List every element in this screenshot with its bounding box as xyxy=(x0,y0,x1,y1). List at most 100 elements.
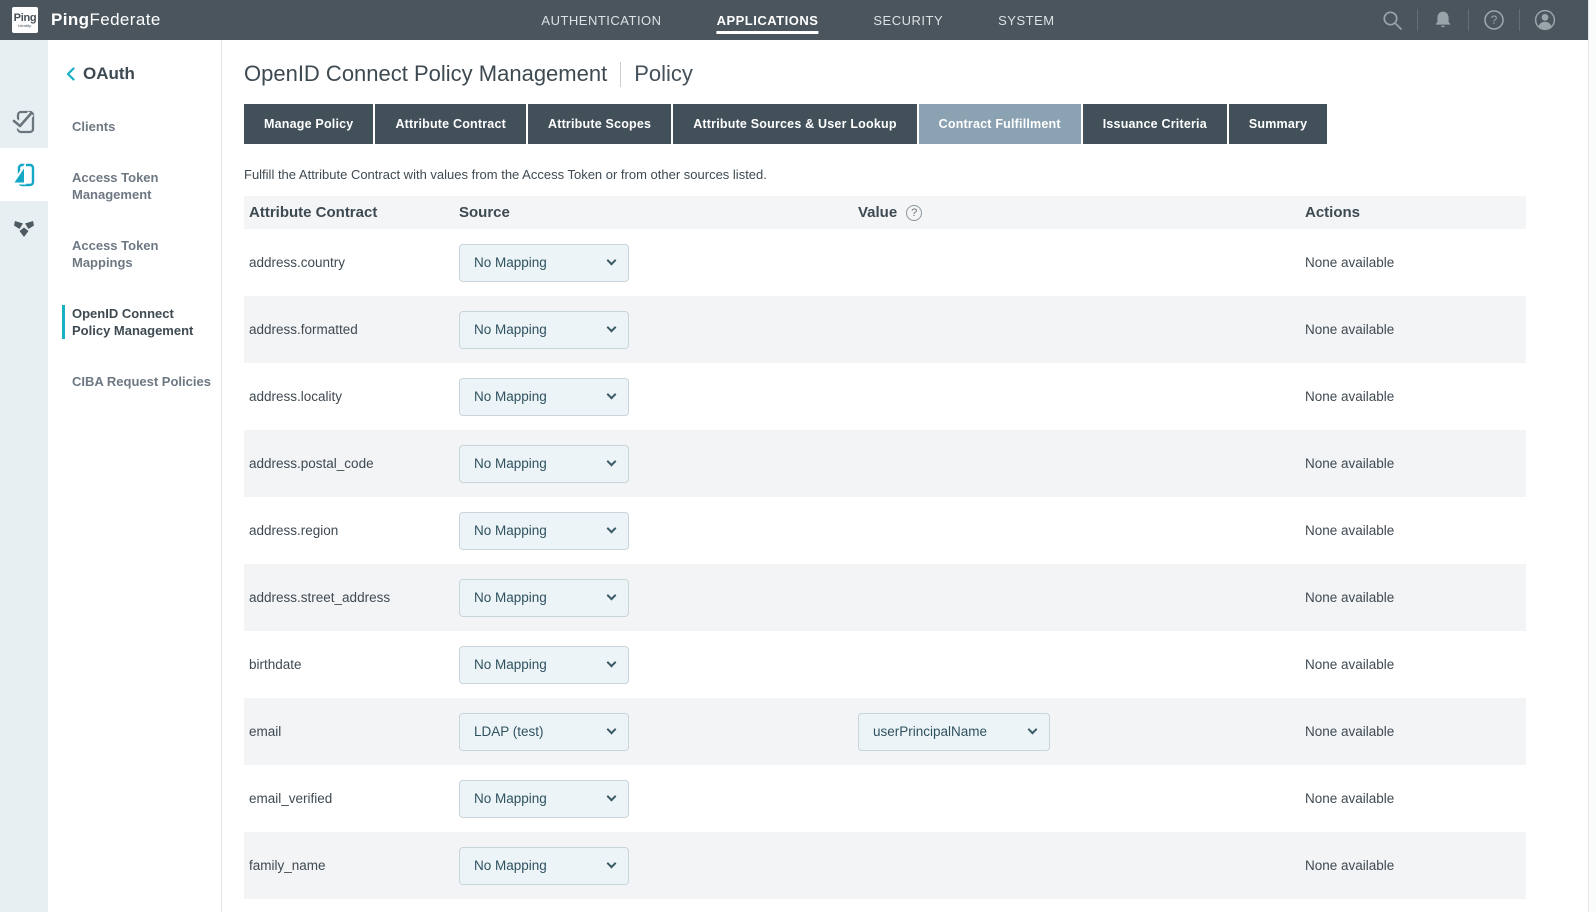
notifications-icon[interactable] xyxy=(1418,10,1468,30)
chevron-down-icon xyxy=(607,725,617,735)
tab-issuance-criteria[interactable]: Issuance Criteria xyxy=(1083,104,1227,144)
logo-subtext: Identity. xyxy=(18,23,32,28)
top-nav-applications[interactable]: APPLICATIONS xyxy=(717,13,819,34)
sidebar-back-oauth[interactable]: OAuth xyxy=(58,64,211,84)
shield-fragments-icon[interactable] xyxy=(0,201,48,254)
tab-manage-policy[interactable]: Manage Policy xyxy=(244,104,373,144)
tab-bar: Manage PolicyAttribute ContractAttribute… xyxy=(244,104,1588,144)
column-header-value: Value ? xyxy=(858,204,1305,221)
chevron-down-icon xyxy=(607,457,617,467)
top-nav-system[interactable]: SYSTEM xyxy=(998,13,1054,34)
attribute-name: address.formatted xyxy=(249,322,358,337)
chevron-down-icon xyxy=(607,390,617,400)
value-help-icon[interactable]: ? xyxy=(906,205,922,221)
source-select[interactable]: No Mapping xyxy=(459,378,629,416)
source-select[interactable]: LDAP (test) xyxy=(459,713,629,751)
page-subtitle: Policy xyxy=(634,61,693,87)
source-select[interactable]: No Mapping xyxy=(459,579,629,617)
title-divider xyxy=(620,62,621,87)
actions-text: None available xyxy=(1305,523,1394,538)
top-nav-authentication[interactable]: AUTHENTICATION xyxy=(541,13,661,34)
table-row-address-formatted: address.formatted No Mapping None availa… xyxy=(244,296,1526,363)
source-select[interactable]: No Mapping xyxy=(459,244,629,282)
table-row-family-name: family_name No Mapping None available xyxy=(244,832,1526,899)
sidebar-item-ciba-request-policies[interactable]: CIBA Request Policies xyxy=(62,373,211,390)
source-select-label: No Mapping xyxy=(474,322,547,337)
sidebar-item-access-token-management[interactable]: Access Token Management xyxy=(62,169,211,203)
sidebar-item-openid-connect-policy-management[interactable]: OpenID Connect Policy Management xyxy=(62,305,211,339)
chevron-down-icon xyxy=(607,792,617,802)
table-row-email-verified: email_verified No Mapping None available xyxy=(244,765,1526,832)
header-icons: ? xyxy=(1367,8,1570,32)
table-row-address-locality: address.locality No Mapping None availab… xyxy=(244,363,1526,430)
source-select-label: No Mapping xyxy=(474,657,547,672)
source-select-label: LDAP (test) xyxy=(474,724,544,739)
page-title: OpenID Connect Policy Management xyxy=(244,61,607,87)
sidebar-section-title: OAuth xyxy=(83,64,135,84)
source-select[interactable]: No Mapping xyxy=(459,445,629,483)
pingfederate-app: Ping Identity. PingFederate AUTHENTICATI… xyxy=(0,0,1596,912)
tab-summary[interactable]: Summary xyxy=(1229,104,1327,144)
chevron-down-icon xyxy=(607,658,617,668)
check-document-icon[interactable] xyxy=(0,95,48,148)
help-icon[interactable]: ? xyxy=(1469,9,1519,31)
sidebar-item-access-token-mappings[interactable]: Access Token Mappings xyxy=(62,237,211,271)
token-bookmark-icon[interactable] xyxy=(0,148,48,201)
attribute-name: email xyxy=(249,724,281,739)
chevron-down-icon xyxy=(1028,725,1038,735)
instruction-text: Fulfill the Attribute Contract with valu… xyxy=(244,167,1588,182)
actions-text: None available xyxy=(1305,590,1394,605)
source-select[interactable]: No Mapping xyxy=(459,780,629,818)
top-nav: AUTHENTICATION APPLICATIONS SECURITY SYSTEM xyxy=(541,0,1054,40)
scrollbar[interactable] xyxy=(1588,0,1596,912)
attribute-name: address.locality xyxy=(249,389,342,404)
tab-attribute-sources-user-lookup[interactable]: Attribute Sources & User Lookup xyxy=(673,104,916,144)
attribute-name: address.region xyxy=(249,523,338,538)
source-select-label: No Mapping xyxy=(474,456,547,471)
search-icon[interactable] xyxy=(1367,10,1417,31)
chevron-down-icon xyxy=(607,323,617,333)
source-select-label: No Mapping xyxy=(474,858,547,873)
source-select[interactable]: No Mapping xyxy=(459,847,629,885)
source-select[interactable]: No Mapping xyxy=(459,512,629,550)
column-header-source: Source xyxy=(459,204,858,221)
column-header-actions: Actions xyxy=(1305,204,1526,221)
source-select-label: No Mapping xyxy=(474,389,547,404)
attribute-name: birthdate xyxy=(249,657,302,672)
sidebar: OAuth Clients Access Token Management Acce… xyxy=(48,40,222,912)
tab-attribute-contract[interactable]: Attribute Contract xyxy=(375,104,526,144)
chevron-down-icon xyxy=(607,524,617,534)
tab-attribute-scopes[interactable]: Attribute Scopes xyxy=(528,104,671,144)
logo-text: Ping xyxy=(14,13,37,23)
actions-text: None available xyxy=(1305,389,1394,404)
value-select[interactable]: userPrincipalName xyxy=(858,713,1050,751)
chevron-down-icon xyxy=(607,256,617,266)
chevron-down-icon xyxy=(607,859,617,869)
source-select[interactable]: No Mapping xyxy=(459,311,629,349)
source-select[interactable]: No Mapping xyxy=(459,646,629,684)
tab-contract-fulfillment[interactable]: Contract Fulfillment xyxy=(919,104,1081,144)
table-row-birthdate: birthdate No Mapping None available xyxy=(244,631,1526,698)
account-icon[interactable] xyxy=(1520,8,1570,32)
table-body: address.country No Mapping None availabl… xyxy=(244,229,1526,899)
actions-text: None available xyxy=(1305,456,1394,471)
top-header: Ping Identity. PingFederate AUTHENTICATI… xyxy=(0,0,1596,40)
ping-identity-logo[interactable]: Ping Identity. xyxy=(12,7,38,33)
svg-text:?: ? xyxy=(1491,13,1498,27)
actions-text: None available xyxy=(1305,724,1394,739)
sidebar-items: Clients Access Token Management Access Tok… xyxy=(58,118,211,390)
table-header: Attribute Contract Source Value ? Action… xyxy=(244,196,1526,229)
sidebar-item-clients[interactable]: Clients xyxy=(62,118,211,135)
source-select-label: No Mapping xyxy=(474,523,547,538)
actions-text: None available xyxy=(1305,858,1394,873)
column-header-attribute-contract: Attribute Contract xyxy=(244,204,459,221)
actions-text: None available xyxy=(1305,657,1394,672)
top-nav-security[interactable]: SECURITY xyxy=(873,13,943,34)
table-row-address-postal-code: address.postal_code No Mapping None avai… xyxy=(244,430,1526,497)
actions-text: None available xyxy=(1305,255,1394,270)
main-content: OpenID Connect Policy Management Policy … xyxy=(222,40,1588,912)
source-select-label: No Mapping xyxy=(474,255,547,270)
table-row-address-region: address.region No Mapping None available xyxy=(244,497,1526,564)
actions-text: None available xyxy=(1305,791,1394,806)
value-select-label: userPrincipalName xyxy=(873,724,987,739)
